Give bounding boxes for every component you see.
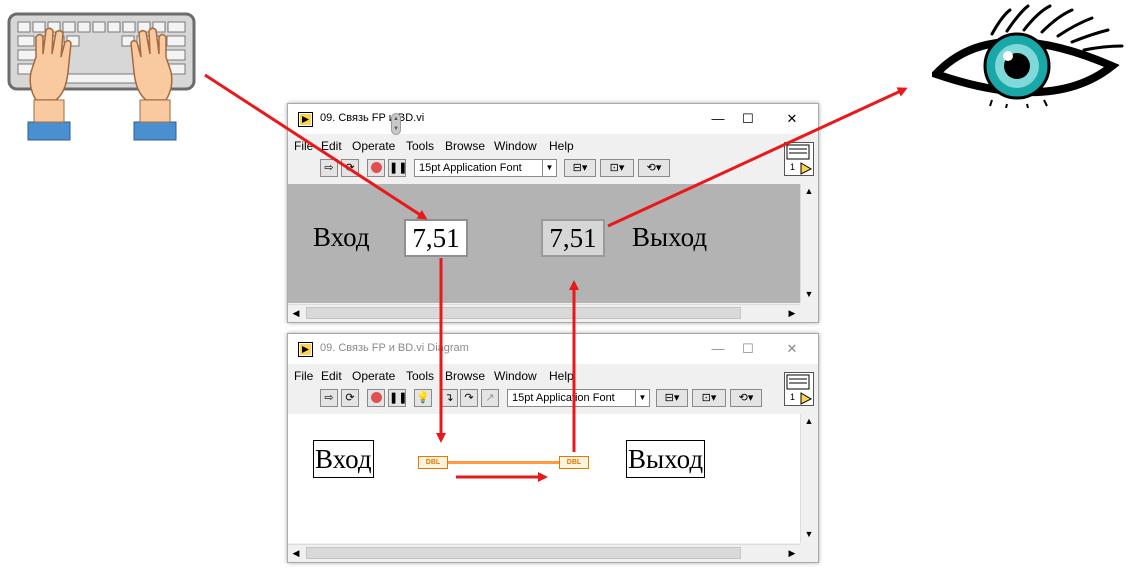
align-icon[interactable]: ⊟▾	[656, 389, 688, 407]
input-numeric-control[interactable]: 7,51	[404, 219, 468, 257]
svg-text:1: 1	[790, 392, 795, 402]
step-over-icon[interactable]: ↷	[460, 389, 478, 407]
distribute-icon[interactable]: ⊡▾	[600, 159, 634, 177]
resize-corner	[801, 305, 818, 322]
menu-bar: File Edit Operate Tools Browse Window He…	[288, 366, 818, 384]
vi-icon[interactable]: 1	[784, 372, 814, 406]
menu-browse[interactable]: Browse	[445, 139, 485, 153]
input-label: Вход	[313, 222, 370, 252]
menu-edit[interactable]: Edit	[321, 369, 342, 383]
menu-browse[interactable]: Browse	[445, 369, 485, 383]
reorder-icon[interactable]: ⟲▾	[638, 159, 670, 177]
font-select[interactable]: 15pt Application Font ▼	[507, 389, 650, 407]
toolbar: ⇨ ⟳ ❚❚ 15pt Application Font ▼ ⊟▾ ⊡▾ ⟲▾	[288, 155, 818, 183]
vertical-scrollbar[interactable]: ▲ ▼	[800, 414, 818, 543]
maximize-button[interactable]: ☐	[728, 338, 768, 360]
scrollbar-thumb[interactable]	[306, 547, 741, 559]
maximize-button[interactable]: ☐	[728, 108, 768, 130]
menu-tools[interactable]: Tools	[406, 139, 434, 153]
menu-edit[interactable]: Edit	[321, 139, 342, 153]
output-label: Выход	[632, 222, 708, 252]
increment-decrement-icon[interactable]: ▲ ▼	[391, 113, 401, 135]
front-panel-canvas[interactable]: Вход 7,51 7,51 Выход	[288, 184, 800, 303]
output-numeric-indicator: 7,51	[541, 219, 605, 257]
data-wire[interactable]	[448, 461, 559, 464]
scroll-down-icon[interactable]: ▼	[802, 529, 816, 539]
align-icon[interactable]: ⊟▾	[564, 159, 596, 177]
close-button[interactable]: ✕	[772, 108, 812, 130]
scroll-down-icon[interactable]: ▼	[802, 289, 816, 299]
distribute-icon[interactable]: ⊡▾	[692, 389, 726, 407]
menu-help[interactable]: Help	[549, 369, 574, 383]
block-diagram-titlebar[interactable]: 09. Связь FP и BD.vi Diagram — ☐ ✕	[288, 334, 818, 364]
scroll-left-icon[interactable]: ◀	[289, 308, 303, 319]
keyboard-hands-icon	[6, 12, 196, 142]
highlight-bulb-icon[interactable]: 💡	[414, 389, 432, 407]
reorder-icon[interactable]: ⟲▾	[730, 389, 762, 407]
menu-file[interactable]: File	[294, 369, 313, 383]
chevron-down-icon: ▼	[635, 390, 649, 406]
menu-window[interactable]: Window	[494, 369, 537, 383]
menu-bar: File Edit Operate Tools Browse Window He…	[288, 136, 818, 154]
abort-icon[interactable]	[367, 159, 385, 177]
scroll-up-icon[interactable]: ▲	[802, 416, 816, 426]
scroll-right-icon[interactable]: ▶	[785, 308, 799, 319]
menu-file[interactable]: File	[294, 139, 313, 153]
step-out-icon[interactable]: ↗	[481, 389, 499, 407]
labview-app-icon	[298, 342, 313, 357]
menu-operate[interactable]: Operate	[352, 369, 395, 383]
menu-tools[interactable]: Tools	[406, 369, 434, 383]
scroll-up-icon[interactable]: ▲	[802, 186, 816, 196]
vertical-scrollbar[interactable]: ▲ ▼	[800, 184, 818, 303]
pause-icon[interactable]: ❚❚	[388, 159, 407, 177]
menu-operate[interactable]: Operate	[352, 139, 395, 153]
run-arrow-icon[interactable]: ⇨	[320, 389, 338, 407]
block-diagram-canvas[interactable]	[288, 414, 800, 543]
input-terminal[interactable]: DBL	[418, 456, 448, 469]
abort-icon[interactable]	[367, 389, 385, 407]
pause-icon[interactable]: ❚❚	[388, 389, 407, 407]
scroll-right-icon[interactable]: ▶	[785, 548, 799, 559]
step-icon[interactable]: ↴	[440, 389, 458, 407]
front-panel-titlebar[interactable]: 09. Связь FP и BD.vi — ☐ ✕	[288, 104, 818, 134]
svg-text:1: 1	[790, 162, 795, 172]
font-select-value: 15pt Application Font	[419, 162, 522, 174]
labview-app-icon	[298, 112, 313, 127]
font-select-value: 15pt Application Font	[512, 392, 615, 404]
output-terminal-label: Выход	[626, 440, 706, 478]
window-title: 09. Связь FP и BD.vi	[320, 112, 425, 124]
font-select[interactable]: 15pt Application Font ▼	[414, 159, 557, 177]
resize-corner	[801, 545, 818, 562]
output-terminal[interactable]: DBL	[559, 456, 589, 469]
run-continuous-icon[interactable]: ⟳	[341, 159, 359, 177]
input-terminal-label: Вход	[313, 440, 374, 478]
horizontal-scrollbar[interactable]: ◀ ▶	[288, 544, 800, 562]
scrollbar-thumb[interactable]	[306, 307, 741, 319]
front-panel-window[interactable]: 09. Связь FP и BD.vi — ☐ ✕ File Edit Ope…	[287, 103, 819, 323]
run-continuous-icon[interactable]: ⟳	[341, 389, 359, 407]
close-button[interactable]: ✕	[772, 338, 812, 360]
vi-icon[interactable]: 1	[784, 142, 814, 176]
run-arrow-icon[interactable]: ⇨	[320, 159, 338, 177]
window-title: 09. Связь FP и BD.vi Diagram	[320, 342, 469, 354]
toolbar: ⇨ ⟳ ❚❚ 💡 ↴ ↷ ↗ 15pt Application Font ▼ ⊟▾…	[288, 385, 818, 413]
menu-window[interactable]: Window	[494, 139, 537, 153]
eye-icon	[928, 4, 1130, 109]
scroll-left-icon[interactable]: ◀	[289, 548, 303, 559]
horizontal-scrollbar[interactable]: ◀ ▶	[288, 304, 800, 322]
chevron-down-icon: ▼	[542, 160, 556, 176]
menu-help[interactable]: Help	[549, 139, 574, 153]
